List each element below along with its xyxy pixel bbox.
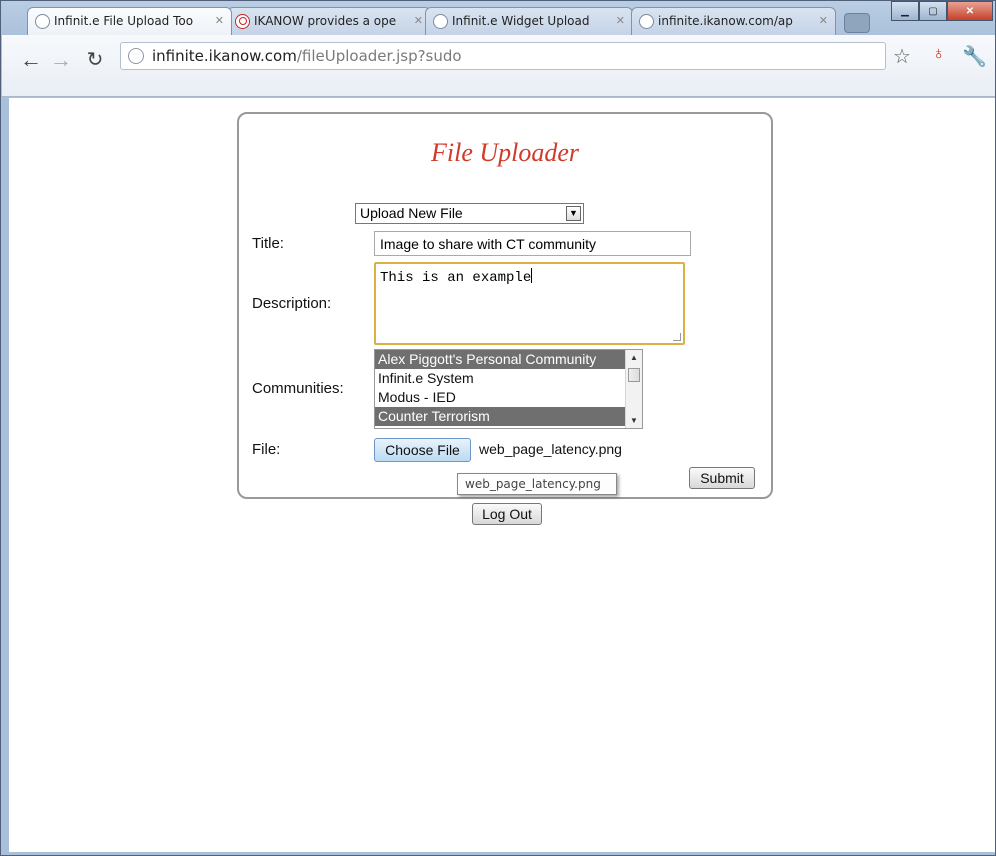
resize-grip-icon[interactable] (673, 333, 681, 341)
mode-select[interactable]: Upload New File ▼ (355, 203, 584, 224)
back-arrow-icon[interactable]: ← (20, 47, 42, 73)
tab-label: Infinit.e File Upload Too (54, 14, 194, 28)
title-input[interactable] (374, 231, 691, 256)
tab-infinite-api[interactable]: infinite.ikanow.com/ap ✕ (631, 7, 836, 35)
extension-icon[interactable]: ♁ (932, 43, 946, 64)
close-icon[interactable]: ✕ (616, 14, 625, 27)
text-cursor (531, 268, 533, 283)
url-text: infinite.ikanow.com/fileUploader.jsp?sud… (152, 47, 462, 65)
scroll-thumb[interactable] (628, 368, 640, 382)
description-textarea[interactable]: This is an example (374, 262, 685, 345)
tab-widget-upload[interactable]: Infinit.e Widget Upload ✕ (425, 7, 633, 35)
ikanow-logo-icon (235, 14, 250, 29)
new-tab-button[interactable] (844, 13, 870, 33)
close-icon[interactable]: ✕ (819, 14, 828, 27)
scroll-down-icon[interactable]: ▼ (626, 416, 642, 425)
forward-arrow-icon[interactable]: → (50, 47, 72, 73)
chevron-down-icon[interactable]: ▼ (566, 206, 581, 221)
tab-file-uploader[interactable]: Infinit.e File Upload Too ✕ (27, 7, 232, 35)
description-label: Description: (252, 295, 332, 312)
page-viewport: File Uploader Upload New File ▼ Title: D… (9, 98, 995, 852)
mode-select-value: Upload New File (360, 205, 463, 221)
list-item[interactable]: Infinit.e System (375, 369, 642, 388)
tab-label: IKANOW provides a ope (254, 14, 397, 28)
list-item[interactable]: Alex Piggott's Personal Community (375, 350, 642, 369)
tab-label: Infinit.e Widget Upload (452, 14, 590, 28)
list-item[interactable]: Modus - IED (375, 388, 642, 407)
reload-icon[interactable]: ↻ (84, 47, 106, 72)
close-icon[interactable]: ✕ (414, 14, 423, 27)
minimize-button[interactable]: ▁ (891, 1, 919, 21)
scrollbar[interactable]: ▲ ▼ (625, 350, 642, 428)
wrench-icon[interactable]: 🔧 (962, 44, 987, 69)
tab-strip: Infinit.e File Upload Too ✕ IKANOW provi… (1, 1, 996, 35)
selected-file-name: web_page_latency.png (479, 441, 622, 457)
globe-icon (35, 14, 50, 29)
file-label: File: (252, 441, 281, 458)
globe-icon (128, 48, 144, 64)
description-text: This is an example (380, 270, 532, 286)
uploader-panel: File Uploader Upload New File ▼ Title: D… (237, 112, 773, 499)
logout-button[interactable]: Log Out (472, 503, 542, 525)
close-icon[interactable]: ✕ (215, 14, 224, 27)
browser-toolbar: ← → ↻ infinite.ikanow.com/fileUploader.j… (2, 35, 995, 97)
bookmark-star-icon[interactable]: ☆ (893, 44, 911, 69)
window-controls: ▁ ▢ ✕ (891, 1, 993, 23)
list-item[interactable]: Counter Terrorism (375, 407, 642, 426)
globe-icon (433, 14, 448, 29)
choose-file-button[interactable]: Choose File (374, 438, 471, 462)
address-bar[interactable]: infinite.ikanow.com/fileUploader.jsp?sud… (120, 42, 886, 70)
page-title: File Uploader (430, 138, 580, 167)
globe-icon (639, 14, 654, 29)
scroll-up-icon[interactable]: ▲ (626, 353, 642, 362)
communities-listbox[interactable]: Alex Piggott's Personal Community Infini… (374, 349, 643, 429)
title-label: Title: (252, 235, 284, 252)
window-close-button[interactable]: ✕ (947, 1, 993, 21)
submit-button[interactable]: Submit (689, 467, 755, 489)
file-tooltip: web_page_latency.png (457, 473, 617, 495)
tab-label: infinite.ikanow.com/ap (658, 14, 793, 28)
browser-window: Infinit.e File Upload Too ✕ IKANOW provi… (0, 0, 996, 856)
tab-ikanow[interactable]: IKANOW provides a ope ✕ (227, 7, 431, 35)
maximize-button[interactable]: ▢ (919, 1, 947, 21)
communities-label: Communities: (252, 380, 344, 397)
